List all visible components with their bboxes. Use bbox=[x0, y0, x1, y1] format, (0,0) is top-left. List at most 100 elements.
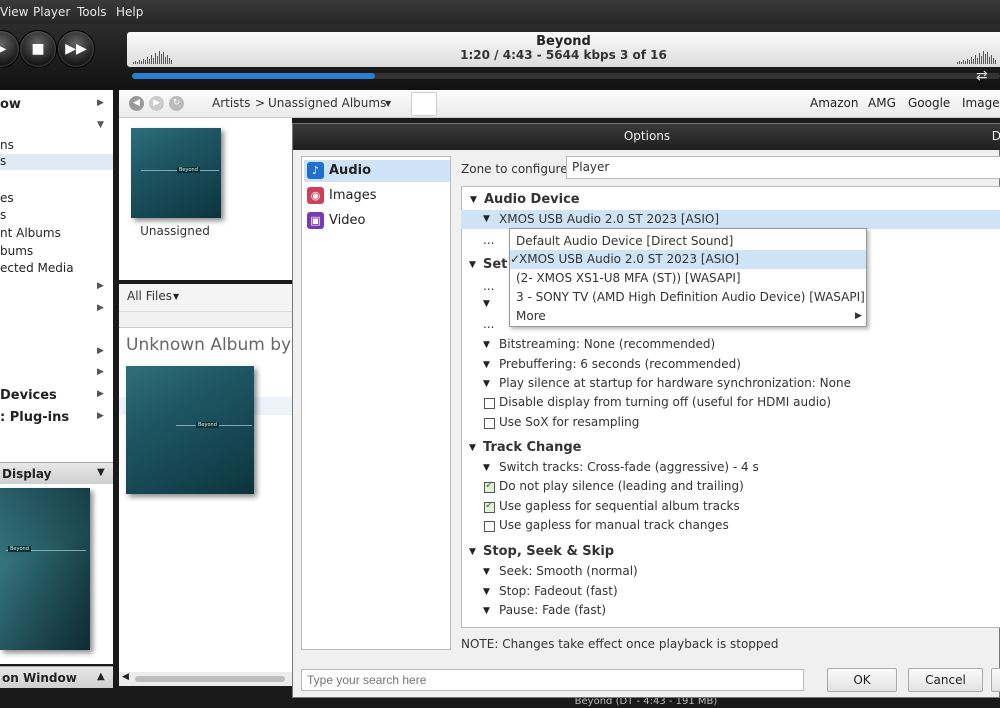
stop-button[interactable]: ■ bbox=[19, 30, 57, 68]
category-video[interactable]: ▣ Video bbox=[304, 210, 450, 232]
checkbox-gapless-sequential[interactable] bbox=[484, 500, 495, 513]
link-amg[interactable]: AMG bbox=[868, 96, 896, 110]
dropdown-option[interactable]: Default Audio Device [Direct Sound] bbox=[510, 232, 866, 251]
sidebar-item-4[interactable]: s bbox=[0, 208, 6, 222]
section-settings-partial[interactable]: Set bbox=[483, 257, 507, 272]
search-input[interactable] bbox=[301, 669, 804, 691]
sidebar-item-3[interactable]: es bbox=[0, 191, 14, 205]
dropdown-option[interactable]: (2- XMOS XS1-U8 MFA (ST)) [WASAPI] bbox=[510, 269, 866, 288]
breadcrumb-artists[interactable]: Artists bbox=[212, 96, 250, 110]
tab-placeholder[interactable] bbox=[411, 92, 437, 116]
setting-gapless-sequential[interactable]: Use gapless for sequential album tracks bbox=[499, 499, 740, 513]
sidebar-item-now-playing[interactable]: ow bbox=[0, 97, 21, 112]
link-images[interactable]: Images bbox=[962, 96, 1000, 110]
section-track-change[interactable]: Track Change bbox=[483, 440, 581, 455]
audio-device-row[interactable]: ▼ XMOS USB Audio 2.0 ST 2023 [ASIO] bbox=[461, 210, 1000, 229]
chevron-right-icon[interactable]: ▶ bbox=[97, 303, 104, 313]
repeat-icon[interactable]: ⇄ bbox=[976, 68, 988, 84]
chevron-down-icon[interactable]: ▼ bbox=[483, 567, 490, 577]
chevron-up-icon[interactable]: ▲ bbox=[97, 671, 105, 682]
checkbox-sox[interactable] bbox=[484, 418, 495, 429]
setting-play-silence[interactable]: Play silence at startup for hardware syn… bbox=[499, 376, 851, 390]
setting-switch-tracks[interactable]: Switch tracks: Cross-fade (aggressive) -… bbox=[499, 460, 759, 474]
collapse-icon[interactable]: ▼ bbox=[469, 443, 476, 453]
back-icon[interactable]: ◀ bbox=[129, 96, 144, 111]
apply-button[interactable] bbox=[991, 668, 1000, 692]
refresh-icon[interactable]: ↻ bbox=[169, 96, 184, 111]
all-files-dropdown[interactable]: All Files bbox=[127, 289, 172, 303]
chevron-down-icon[interactable]: ▼ bbox=[97, 467, 105, 478]
category-audio[interactable]: ♪ Audio bbox=[304, 160, 450, 182]
chevron-right-icon[interactable]: ▶ bbox=[97, 367, 104, 377]
setting-prebuffering[interactable]: Prebuffering: 6 seconds (recommended) bbox=[499, 357, 741, 371]
sidebar-item-6[interactable]: bums bbox=[0, 244, 33, 258]
setting-gapless-manual[interactable]: Use gapless for manual track changes bbox=[499, 518, 729, 532]
chevron-down-icon[interactable]: ▼ bbox=[173, 292, 179, 301]
chevron-down-icon[interactable]: ▼ bbox=[97, 120, 104, 130]
display-panel-header[interactable]: Display ▼ bbox=[0, 462, 113, 484]
chevron-down-icon[interactable]: ▼ bbox=[483, 379, 490, 389]
checkbox-disable-display[interactable] bbox=[484, 398, 495, 409]
chevron-right-icon[interactable]: ▶ bbox=[97, 389, 104, 399]
sidebar-item-5[interactable]: nt Albums bbox=[0, 226, 61, 240]
chevron-down-icon[interactable]: ▼ bbox=[483, 463, 490, 473]
chevron-right-icon[interactable]: ▶ bbox=[97, 98, 104, 108]
menu-tools[interactable]: Tools bbox=[77, 5, 107, 19]
scrollbar-thumb[interactable] bbox=[135, 676, 285, 682]
chevron-down-icon[interactable]: ▼ bbox=[483, 360, 490, 370]
zone-select[interactable]: Player bbox=[566, 156, 1000, 179]
seek-bar[interactable] bbox=[132, 73, 1000, 79]
action-window-header[interactable]: on Window ▲ bbox=[0, 666, 113, 688]
forward-icon[interactable]: ▶ bbox=[149, 96, 164, 111]
album-thumbnail[interactable]: Beyond bbox=[131, 128, 221, 218]
sidebar-item-devices[interactable]: Devices bbox=[0, 388, 57, 403]
options-dialog: Options D ♪ Audio ◉ Images ▣ Video Zone … bbox=[292, 123, 1000, 698]
chevron-right-icon: ▶ bbox=[855, 311, 862, 321]
sidebar-item-2[interactable]: s bbox=[0, 154, 113, 170]
menu-view[interactable]: View bbox=[0, 5, 28, 19]
chevron-right-icon[interactable]: ▶ bbox=[97, 281, 104, 291]
setting-bitstreaming[interactable]: Bitstreaming: None (recommended) bbox=[499, 337, 715, 351]
dropdown-option-selected[interactable]: ✓ XMOS USB Audio 2.0 ST 2023 [ASIO] bbox=[510, 250, 866, 269]
cancel-button[interactable]: Cancel bbox=[908, 668, 983, 692]
checkbox-no-silence[interactable] bbox=[484, 480, 495, 493]
chevron-down-icon[interactable]: ▼ bbox=[483, 340, 490, 350]
breadcrumb-unassigned-albums[interactable]: Unassigned Albums bbox=[268, 96, 386, 110]
sidebar-item-7[interactable]: ected Media bbox=[0, 261, 74, 275]
next-button[interactable]: ▶▶ bbox=[57, 30, 95, 68]
chevron-right-icon[interactable]: ▶ bbox=[97, 411, 104, 421]
setting-seek[interactable]: Seek: Smooth (normal) bbox=[499, 564, 638, 578]
collapse-icon[interactable]: ▼ bbox=[470, 195, 477, 205]
link-amazon[interactable]: Amazon bbox=[810, 96, 859, 110]
chevron-right-icon[interactable]: ▶ bbox=[97, 346, 104, 356]
menu-help[interactable]: Help bbox=[116, 5, 143, 19]
setting-stop[interactable]: Stop: Fadeout (fast) bbox=[499, 584, 618, 598]
setting-disable-display[interactable]: Disable display from turning off (useful… bbox=[499, 395, 831, 409]
horizontal-scrollbar[interactable]: ◀ bbox=[119, 672, 292, 686]
dropdown-option[interactable]: 3 - SONY TV (AMD High Definition Audio D… bbox=[510, 288, 866, 307]
collapse-icon[interactable]: ▼ bbox=[469, 547, 476, 557]
breadcrumb-dropdown-icon[interactable]: ▼ bbox=[385, 99, 391, 108]
column-header[interactable] bbox=[119, 312, 292, 328]
close-icon[interactable]: D bbox=[992, 124, 1000, 148]
collapse-icon[interactable]: ▼ bbox=[469, 260, 476, 270]
chevron-down-icon[interactable]: ▼ bbox=[483, 606, 490, 616]
chevron-down-icon[interactable]: ▼ bbox=[483, 299, 490, 309]
category-images[interactable]: ◉ Images bbox=[304, 185, 450, 207]
checkbox-gapless-manual[interactable] bbox=[484, 521, 495, 532]
setting-no-silence[interactable]: Do not play silence (leading and trailin… bbox=[499, 479, 744, 493]
menu-player[interactable]: Player bbox=[33, 5, 70, 19]
section-stop-seek-skip[interactable]: Stop, Seek & Skip bbox=[483, 544, 614, 559]
sidebar-item-1[interactable]: ns bbox=[0, 138, 14, 152]
section-audio-device[interactable]: Audio Device bbox=[484, 192, 580, 207]
dropdown-option-more[interactable]: More ▶ bbox=[510, 307, 866, 326]
scroll-left-icon[interactable]: ◀ bbox=[122, 672, 129, 682]
sidebar-item-plugins[interactable]: : Plug-ins bbox=[0, 410, 69, 425]
setting-pause[interactable]: Pause: Fade (fast) bbox=[499, 603, 606, 617]
ok-button[interactable]: OK bbox=[827, 668, 897, 692]
setting-sox[interactable]: Use SoX for resampling bbox=[499, 415, 639, 429]
link-google[interactable]: Google bbox=[908, 96, 950, 110]
vu-meter-right bbox=[957, 50, 996, 64]
play-button[interactable]: ▶ bbox=[0, 30, 20, 68]
chevron-down-icon[interactable]: ▼ bbox=[483, 587, 490, 597]
